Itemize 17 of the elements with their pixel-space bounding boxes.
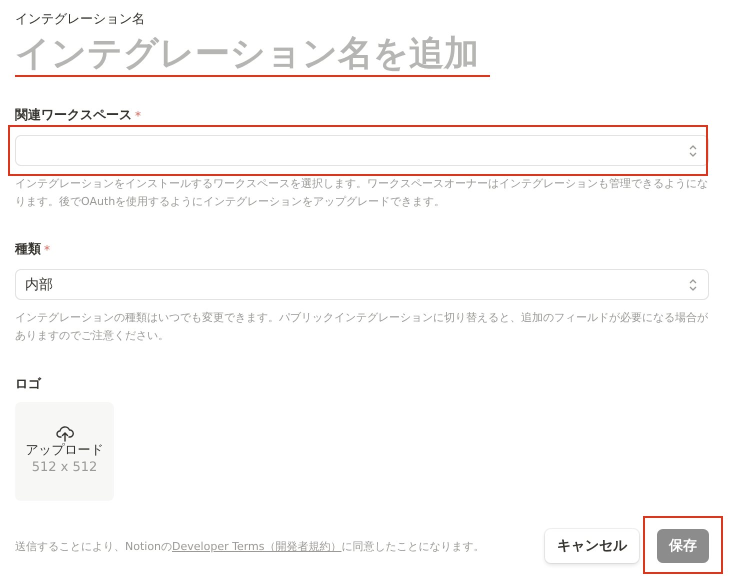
- consent-text: 送信することにより、NotionのDeveloper Terms（開発者規約）に同意したことになります。: [15, 538, 484, 554]
- field-label: ロゴ: [15, 377, 41, 392]
- upload-button[interactable]: アップロード 512 x 512: [15, 402, 114, 501]
- field-label: 関連ワークスペース: [15, 107, 132, 125]
- required-mark: *: [44, 243, 50, 257]
- required-mark: *: [135, 109, 141, 123]
- updown-chevron-icon: [688, 278, 698, 292]
- cloud-upload-icon: [56, 426, 74, 442]
- help-text: インテグレーションの種類はいつでも変更できます。パブリックインテグレーションに切り替えると、追加のフィールドが必要になる場合がありますのでご注意ください。: [15, 310, 709, 344]
- select-field[interactable]: [15, 135, 709, 166]
- help-text: インテグレーションをインストールするワークスペースを選択します。ワークスペースオーナーはインテグレーションも管理できるようになります。後でOAuthを使用するようにインテグレーションをアップグレードできます。: [15, 176, 709, 210]
- cancel-button[interactable]: キャンセル: [545, 529, 639, 563]
- select-field[interactable]: 内部: [15, 269, 709, 300]
- name-field[interactable]: インテグレーション名を追加: [15, 35, 490, 77]
- updown-chevron-icon: [688, 144, 698, 158]
- field-label: インテグレーション名: [15, 11, 145, 29]
- field-label: 種類: [15, 241, 41, 259]
